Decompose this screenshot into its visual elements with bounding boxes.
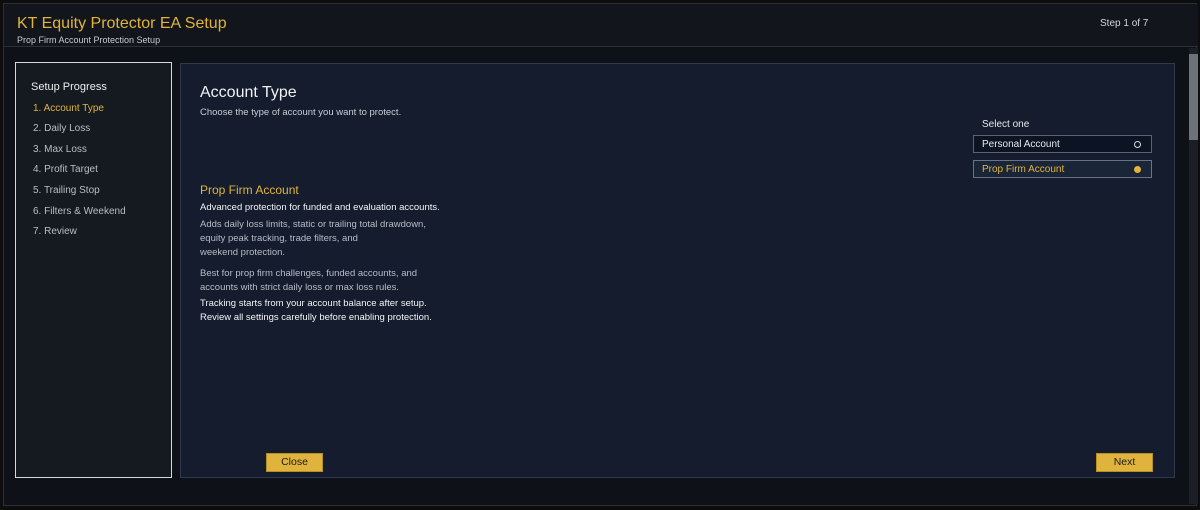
- step-review: 7. Review: [33, 226, 77, 237]
- info-detail: Adds daily loss limits, static or traili…: [200, 219, 426, 230]
- info-detail: equity peak tracking, trade filters, and: [200, 233, 358, 244]
- sidebar-title: Setup Progress: [31, 81, 107, 93]
- step-trailing-stop: 5. Trailing Stop: [33, 185, 100, 196]
- step-max-loss: 3. Max Loss: [33, 144, 87, 155]
- info-best-for: Best for prop firm challenges, funded ac…: [200, 268, 418, 279]
- info-note: Tracking starts from your account balanc…: [200, 298, 427, 309]
- info-detail: weekend protection.: [200, 247, 286, 258]
- main-panel: Account Type Choose the type of account …: [180, 63, 1175, 478]
- step-account-type: 1. Account Type: [33, 103, 104, 114]
- app-title: KT Equity Protector EA Setup: [17, 15, 227, 32]
- scrollbar-thumb[interactable]: [1189, 54, 1198, 140]
- info-note: Review all settings carefully before ena…: [200, 312, 432, 323]
- select-label: Select one: [982, 119, 1030, 130]
- radio-selected-icon: [1134, 166, 1141, 173]
- info-title: Prop Firm Account: [200, 183, 299, 197]
- setup-window: KT Equity Protector EA Setup Prop Firm A…: [3, 3, 1198, 506]
- radio-unselected-icon: [1134, 141, 1141, 148]
- step-filters-weekend: 6. Filters & Weekend: [33, 206, 126, 217]
- option-label: Personal Account: [982, 139, 1060, 150]
- step-indicator: Step 1 of 7: [1100, 18, 1149, 29]
- step-profit-target: 4. Profit Target: [33, 164, 98, 175]
- info-lead: Advanced protection for funded and evalu…: [200, 202, 440, 213]
- app-subtitle: Prop Firm Account Protection Setup: [17, 35, 161, 45]
- close-button[interactable]: Close: [266, 453, 323, 472]
- personal-account-option[interactable]: Personal Account: [973, 135, 1152, 153]
- setup-progress-sidebar: Setup Progress 1. Account Type 2. Daily …: [15, 62, 172, 478]
- info-best-for: accounts with strict daily loss or max l…: [200, 282, 400, 293]
- next-button[interactable]: Next: [1096, 453, 1153, 472]
- option-label: Prop Firm Account: [982, 164, 1065, 175]
- page-description: Choose the type of account you want to p…: [200, 107, 402, 118]
- step-daily-loss: 2. Daily Loss: [33, 123, 91, 134]
- vertical-scrollbar[interactable]: [1189, 48, 1198, 504]
- prop-firm-account-option[interactable]: Prop Firm Account: [973, 160, 1152, 178]
- page-title: Account Type: [200, 84, 297, 101]
- title-bar: KT Equity Protector EA Setup Prop Firm A…: [4, 4, 1198, 47]
